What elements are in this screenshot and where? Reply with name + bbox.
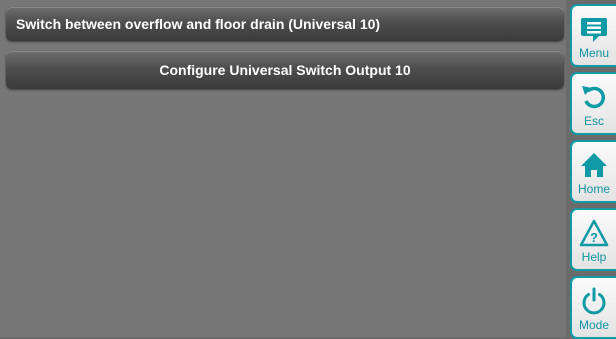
esc-label: Esc xyxy=(583,114,604,128)
sidebar: Menu Esc Home ? Help Mode xyxy=(568,0,616,339)
page-title: Switch between overflow and floor drain … xyxy=(6,7,564,41)
back-arrow-icon xyxy=(582,86,605,109)
menu-label: Menu xyxy=(578,46,610,60)
mode-label: Mode xyxy=(578,318,610,332)
menu-button[interactable]: Menu xyxy=(570,4,616,67)
main-panel: Switch between overflow and floor drain … xyxy=(0,0,566,337)
help-icon: ? xyxy=(579,219,609,247)
page-title-text: Switch between overflow and floor drain … xyxy=(16,16,381,32)
mode-button[interactable]: Mode xyxy=(570,276,616,339)
esc-button[interactable]: Esc xyxy=(570,72,616,135)
configure-output-button[interactable]: Configure Universal Switch Output 10 xyxy=(6,51,564,89)
menu-icon xyxy=(581,18,607,42)
home-icon xyxy=(581,153,607,177)
power-icon xyxy=(582,287,606,315)
help-label: Help xyxy=(581,250,607,264)
home-button[interactable]: Home xyxy=(570,140,616,203)
svg-text:?: ? xyxy=(590,230,598,245)
home-label: Home xyxy=(577,182,610,196)
help-button[interactable]: ? Help xyxy=(570,208,616,271)
configure-output-button-label: Configure Universal Switch Output 10 xyxy=(159,62,411,78)
